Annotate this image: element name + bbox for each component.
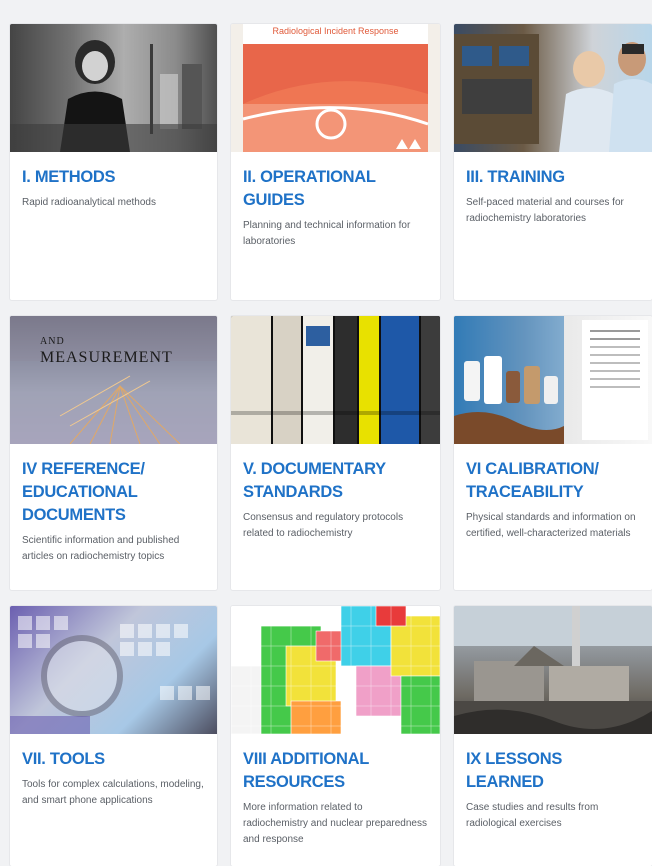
documentary-standards-image (231, 316, 440, 444)
card-additional-resources[interactable]: VIII ADDITIONAL RESOURCES More informati… (231, 606, 440, 866)
card-title[interactable]: IX LESSONS LEARNED (466, 748, 640, 794)
card-description: Physical standards and information on ce… (466, 512, 636, 539)
card-title[interactable]: IV REFERENCE/ EDUCATIONAL DOCUMENTS (22, 458, 205, 527)
resource-card-grid: I. METHODS Rapid radioanalytical methods… (10, 24, 652, 866)
cover-caption: Radiological Incident Response (272, 26, 399, 36)
methods-image (10, 24, 217, 152)
card-description: Self-paced material and courses for radi… (466, 197, 624, 224)
card-title[interactable]: II. OPERATIONAL GUIDES (243, 166, 428, 212)
card-description: More information related to radiochemist… (243, 802, 427, 845)
card-training[interactable]: III. TRAINING Self-paced material and co… (454, 24, 652, 300)
tools-image (10, 606, 217, 734)
card-description: Scientific information and published art… (22, 535, 180, 562)
card-calibration-traceability[interactable]: VI CALIBRATION/ TRACEABILITY Physical st… (454, 316, 652, 590)
card-title[interactable]: I. METHODS (22, 166, 205, 189)
card-description: Planning and technical information for l… (243, 220, 411, 247)
card-tools[interactable]: VII. TOOLS Tools for complex calculation… (10, 606, 217, 866)
card-methods[interactable]: I. METHODS Rapid radioanalytical methods (10, 24, 217, 300)
card-description: Case studies and results from radiologic… (466, 802, 599, 829)
book-cover-measurement: MEASUREMENT (40, 349, 173, 366)
calibration-image (454, 316, 652, 444)
card-operational-guides[interactable]: Radiological Incident Response II. OPERA… (231, 24, 440, 300)
book-cover-text: AND MEASUREMENT (40, 336, 173, 367)
additional-resources-image (231, 606, 440, 734)
card-lessons-learned[interactable]: IX LESSONS LEARNED Case studies and resu… (454, 606, 652, 866)
card-title[interactable]: VII. TOOLS (22, 748, 205, 771)
card-title[interactable]: VI CALIBRATION/ TRACEABILITY (466, 458, 640, 504)
card-description: Tools for complex calculations, modeling… (22, 779, 204, 806)
lessons-learned-image (454, 606, 652, 734)
training-image (454, 24, 652, 152)
card-title[interactable]: VIII ADDITIONAL RESOURCES (243, 748, 428, 794)
card-description: Consensus and regulatory protocols relat… (243, 512, 404, 539)
reference-documents-image: AND MEASUREMENT (10, 316, 217, 444)
card-documentary-standards[interactable]: V. DOCUMENTARY STANDARDS Consensus and r… (231, 316, 440, 590)
card-reference-documents[interactable]: AND MEASUREMENT IV REFERENCE/ EDUCATIONA… (10, 316, 217, 590)
card-title[interactable]: III. TRAINING (466, 166, 640, 189)
card-description: Rapid radioanalytical methods (22, 197, 156, 208)
card-title[interactable]: V. DOCUMENTARY STANDARDS (243, 458, 428, 504)
operational-guides-image: Radiological Incident Response (231, 24, 440, 152)
book-cover-and: AND (40, 336, 65, 347)
